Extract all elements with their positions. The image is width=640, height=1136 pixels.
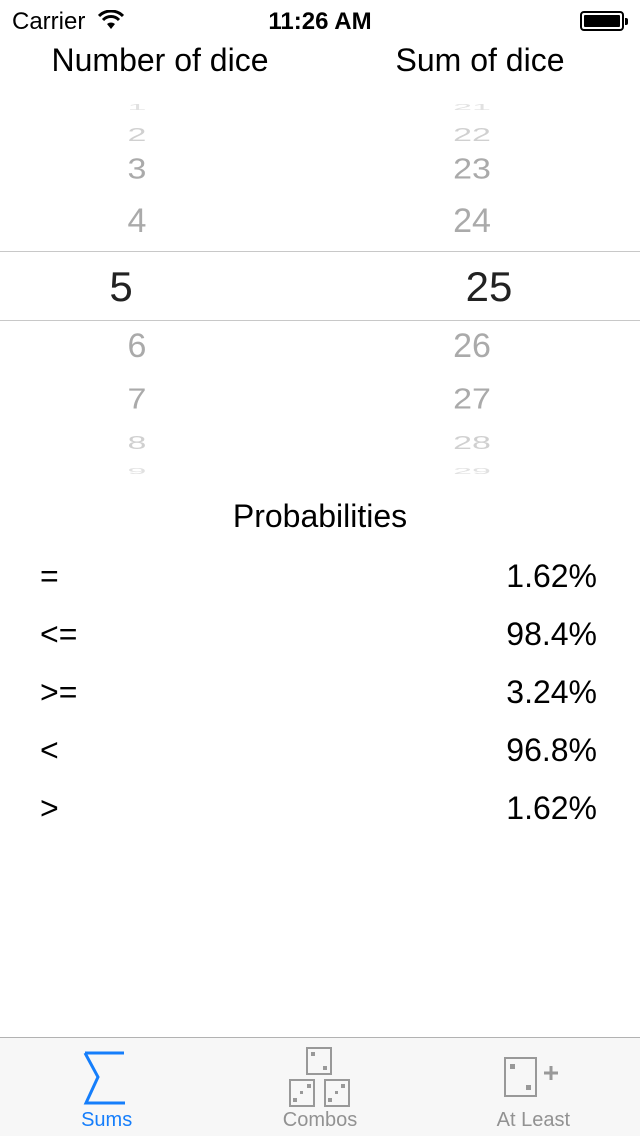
probabilities-title: Probabilities: [232, 498, 408, 534]
battery-icon: [580, 11, 628, 31]
left-picker-value[interactable]: 2: [0, 126, 320, 145]
probability-row: <96.8%: [40, 732, 597, 772]
probability-value: 96.8%: [506, 732, 597, 768]
operator-label: >: [40, 790, 59, 826]
right-picker-value[interactable]: 27: [320, 385, 640, 414]
left-picker-value[interactable]: 5: [0, 266, 320, 308]
probability-value: 3.24%: [506, 674, 597, 710]
probability-row: >= 3.24%: [40, 674, 597, 714]
dice-picker[interactable]: 123456789 21 22 23 24 25 26 27 28 29: [0, 100, 640, 476]
tab-sums[interactable]: Sums: [0, 1038, 213, 1136]
probability-value: 1.62%: [506, 558, 597, 594]
die-plus-icon: [504, 1057, 559, 1097]
probability-value: 98.4%: [506, 616, 597, 652]
operator-label: =: [40, 558, 59, 594]
left-picker-value[interactable]: 8: [0, 434, 320, 453]
left-picker-value[interactable]: 9: [0, 467, 320, 476]
status-bar: Carrier 11:26 AM: [0, 0, 640, 40]
right-picker-value[interactable]: 28: [320, 434, 640, 453]
right-picker-value[interactable]: 22: [320, 126, 640, 145]
right-picker-value[interactable]: 26: [320, 329, 640, 363]
clock: 11:26 AM: [268, 8, 372, 35]
picker-headers: Number of dice Sum of dice: [0, 42, 640, 82]
left-picker-value[interactable]: 6: [0, 329, 320, 363]
operator-label: <: [40, 732, 59, 768]
right-picker-value[interactable]: 23: [320, 155, 640, 184]
tab-bar: Sums Combos At Least: [0, 1037, 640, 1136]
probability-value: 1.62%: [506, 790, 597, 826]
left-picker-value[interactable]: 1: [0, 103, 320, 112]
number-of-dice-wheel[interactable]: 1 2 3 4 5 6 7 8 9: [0, 100, 320, 476]
probability-row: <= 98.4%: [40, 616, 597, 656]
tab-combos[interactable]: Combos: [213, 1038, 426, 1136]
left-picker-value[interactable]: 7: [0, 385, 320, 414]
probability-row: = 1.62%: [40, 558, 597, 598]
number-of-dice-header: Number of dice: [51, 42, 269, 78]
three-dice-icon: [288, 1047, 350, 1107]
left-picker-value[interactable]: 3: [0, 155, 320, 184]
operator-label: >=: [40, 674, 78, 710]
operator-label: <=: [40, 616, 78, 652]
sigma-icon: [83, 1051, 125, 1105]
tab-at-least[interactable]: At Least: [427, 1038, 640, 1136]
right-picker-value[interactable]: 21: [320, 103, 640, 112]
right-picker-value[interactable]: 25: [320, 266, 640, 308]
sum-of-dice-header: Sum of dice: [395, 42, 565, 78]
right-picker-value[interactable]: 24: [320, 204, 640, 238]
right-picker-value[interactable]: 29: [320, 467, 640, 476]
left-picker-value[interactable]: 4: [0, 204, 320, 238]
probability-row: >1.62%: [40, 790, 597, 830]
sum-of-dice-wheel[interactable]: 21 22 23 24 25 26 27 28 29: [320, 100, 640, 476]
